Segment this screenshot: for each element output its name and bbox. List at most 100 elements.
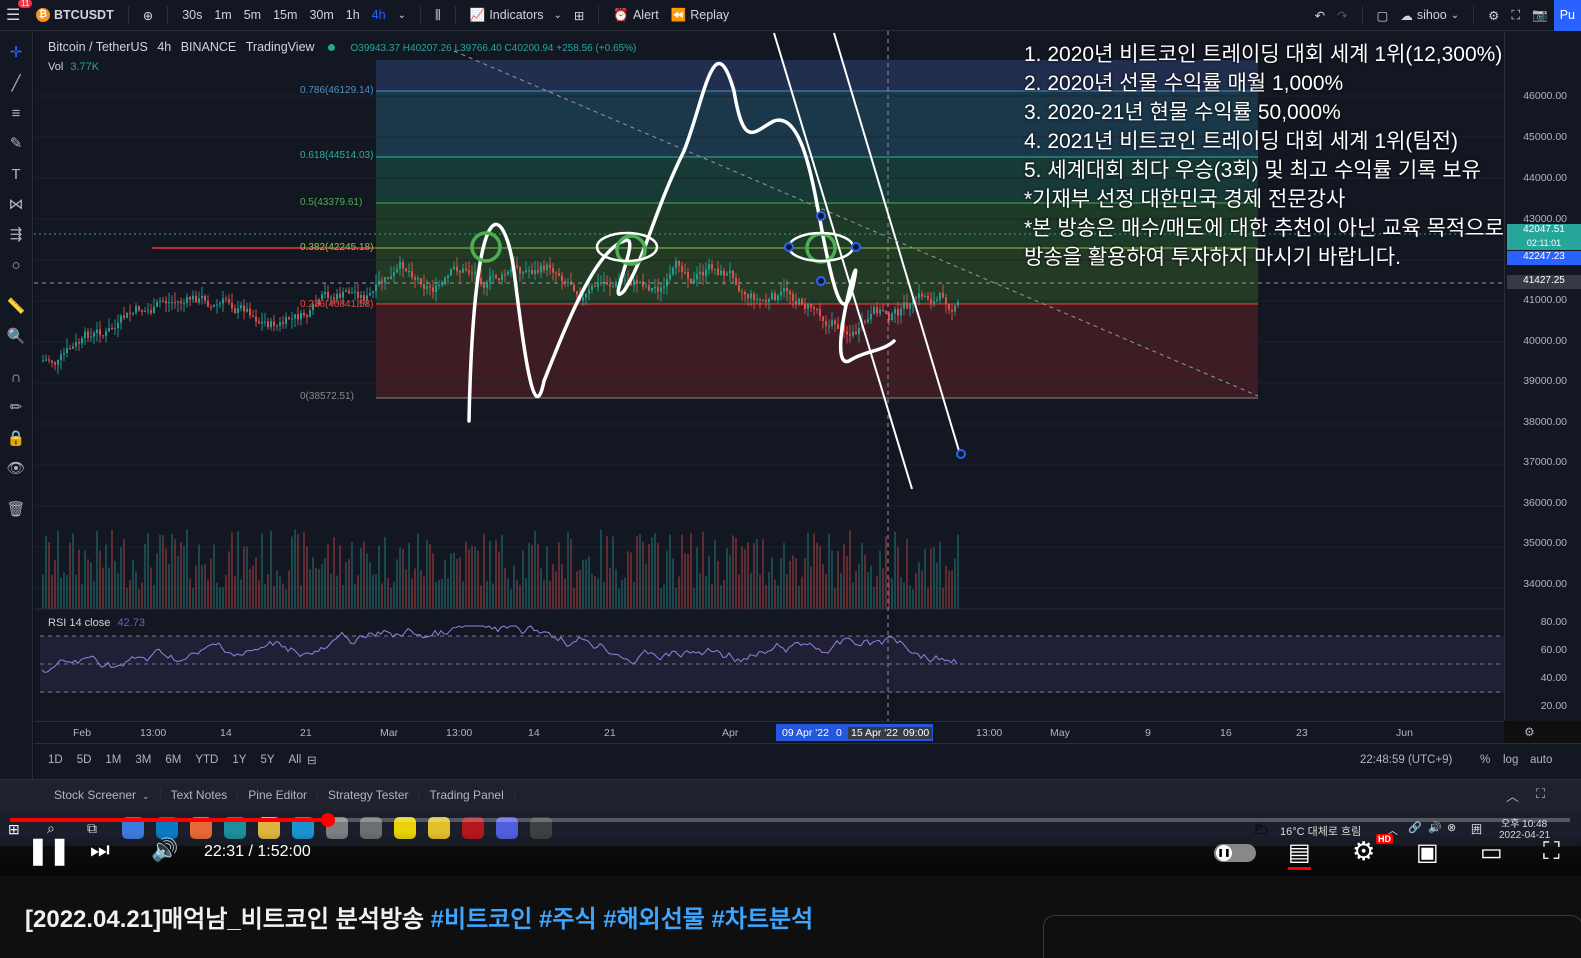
percent-toggle[interactable]: % — [1480, 754, 1490, 766]
range-button-5d[interactable]: 5D — [77, 754, 92, 766]
range-button-all[interactable]: All — [289, 754, 302, 766]
magnet-tool[interactable]: ∩ — [6, 368, 26, 388]
interval-1m[interactable]: 1m — [208, 8, 237, 22]
hashtag-link[interactable]: #차트분석 — [712, 906, 814, 933]
undo-button[interactable]: ↶ — [1309, 8, 1331, 23]
auto-toggle[interactable]: auto — [1530, 754, 1552, 766]
hashtag-link[interactable]: #주식 — [539, 906, 597, 933]
indicators-button[interactable]: 📈 Indicators ⌄ — [464, 8, 568, 23]
candle-body — [564, 281, 566, 283]
range-button-1m[interactable]: 1M — [105, 754, 121, 766]
icon-tool[interactable]: ○ — [6, 256, 26, 276]
volume-bar — [879, 550, 881, 609]
goto-date-button[interactable]: ⊟ — [307, 753, 317, 767]
layout-name-button[interactable]: ☁ sihoo ⌄ — [1394, 8, 1465, 23]
axis-settings-button[interactable]: ⚙ — [1524, 725, 1535, 739]
timezone-clock[interactable]: 22:48:59 (UTC+9) — [1360, 754, 1452, 766]
bottom-tab[interactable]: Stock Screener ⌄ — [44, 788, 161, 802]
templates-button[interactable]: ⊞ — [568, 8, 590, 23]
symbol-search-button[interactable]: ₿ BTCUSDT — [30, 8, 120, 22]
bottom-tab[interactable]: Text Notes — [161, 788, 239, 802]
interval-1h[interactable]: 1h — [340, 8, 366, 22]
video-progress-bar[interactable] — [10, 813, 1570, 827]
mute-button[interactable]: 🔊 — [151, 837, 178, 863]
range-button-1d[interactable]: 1D — [48, 754, 63, 766]
volume-bar — [489, 540, 491, 609]
collapse-panel-button[interactable]: ︿ — [1506, 786, 1519, 805]
progress-scrubber[interactable] — [321, 813, 335, 827]
prediction-tool[interactable]: ⇶ — [6, 225, 26, 245]
range-button-ytd[interactable]: YTD — [195, 754, 218, 766]
candle-body — [195, 295, 197, 303]
candle-body — [372, 291, 374, 294]
next-button[interactable]: ⏭ — [90, 837, 110, 863]
bottom-tab[interactable]: Strategy Tester — [318, 788, 420, 802]
volume-bar — [816, 542, 818, 609]
interval-4h[interactable]: 4h — [366, 8, 392, 22]
candle-body — [648, 285, 650, 291]
range-button-3m[interactable]: 3M — [135, 754, 151, 766]
interval-5m[interactable]: 5m — [238, 8, 267, 22]
autoplay-toggle[interactable]: ❚❚ — [1214, 844, 1256, 862]
redo-button[interactable]: ↷ — [1331, 8, 1353, 23]
range-button-5y[interactable]: 5Y — [260, 754, 274, 766]
bottom-tab[interactable]: Trading Panel — [419, 788, 515, 802]
interval-30m[interactable]: 30m — [303, 8, 339, 22]
brush-tool[interactable]: ✎ — [6, 134, 26, 154]
interval-30s[interactable]: 30s — [176, 8, 208, 22]
camera-icon: 📷 — [1532, 7, 1548, 22]
remove-tool[interactable]: 🗑 — [6, 500, 26, 520]
lock-tool[interactable]: 🔒 — [6, 429, 26, 449]
volume-bar — [141, 582, 143, 609]
bottom-tab[interactable]: Pine Editor — [238, 788, 318, 802]
stay-drawing-tool[interactable]: ✏ — [6, 398, 26, 418]
crosshair-tool[interactable]: ✛ — [6, 43, 26, 63]
price-axis[interactable]: 46000.0045000.0044000.0043000.0042000.00… — [1504, 31, 1581, 721]
candle-body — [384, 277, 386, 283]
interval-15m[interactable]: 15m — [267, 8, 303, 22]
miniplayer-button[interactable]: ▣ — [1416, 838, 1439, 867]
hashtag-link[interactable]: #비트코인 — [431, 906, 533, 933]
replay-button[interactable]: ⏪ Replay — [665, 8, 736, 23]
text-tool[interactable]: T — [6, 165, 26, 185]
volume-bar — [198, 544, 200, 609]
hide-tool[interactable]: 👁 — [6, 459, 26, 479]
volume-bar — [870, 565, 872, 609]
chart-type-button[interactable]: ⫼ — [429, 8, 447, 23]
time-axis[interactable]: Feb 13:00 14 21 Mar 13:00 14 21 Apr 13:00 May 9 16 23… — [34, 721, 1535, 743]
settings-button[interactable]: ⚙ — [1352, 836, 1375, 867]
alert-button[interactable]: ⏰ Alert — [607, 8, 664, 23]
snapshot-button[interactable]: 📷 — [1526, 8, 1554, 23]
subtitles-button[interactable]: ▤ — [1288, 838, 1311, 870]
candle-body — [285, 317, 287, 324]
volume-bar — [159, 534, 161, 609]
time-tick-label: Jun — [1396, 727, 1413, 739]
volume-bar — [837, 550, 839, 609]
pause-button[interactable]: ❚❚ — [27, 835, 71, 866]
pencil-lock-icon: ✏ — [9, 399, 23, 416]
publish-button[interactable]: Pu — [1553, 0, 1581, 31]
pattern-tool[interactable]: ⋈ — [6, 195, 26, 215]
candle-body — [222, 298, 224, 304]
maximize-panel-button[interactable]: ⛶ — [1536, 786, 1545, 802]
ruler-tool[interactable]: 📏 — [6, 297, 26, 317]
volume-bar — [309, 569, 311, 609]
volume-bar — [57, 530, 59, 609]
hashtag-link[interactable]: #해외선물 — [603, 906, 705, 933]
fib-tool[interactable]: ≡ — [6, 104, 26, 124]
candle-body — [858, 327, 860, 335]
settings-button[interactable]: ⚙ — [1482, 8, 1505, 23]
range-button-1y[interactable]: 1Y — [232, 754, 246, 766]
fullscreen-button[interactable]: ⛶ — [1543, 838, 1560, 866]
log-toggle[interactable]: log — [1503, 754, 1518, 766]
trendline-tool[interactable]: ╱ — [6, 74, 26, 94]
fullscreen-button[interactable]: ⛶ — [1505, 8, 1526, 23]
range-button-6m[interactable]: 6M — [165, 754, 181, 766]
zoom-tool[interactable]: 🔍 — [6, 327, 26, 347]
interval-dropdown[interactable]: ⌄ — [392, 10, 412, 21]
layout-button[interactable]: ▢ — [1371, 8, 1395, 23]
compare-button[interactable]: ⊕ — [137, 8, 159, 23]
menu-button[interactable]: ☰ 11 — [0, 0, 33, 25]
theater-button[interactable]: ▭ — [1480, 838, 1503, 867]
volume-bar — [546, 546, 548, 609]
